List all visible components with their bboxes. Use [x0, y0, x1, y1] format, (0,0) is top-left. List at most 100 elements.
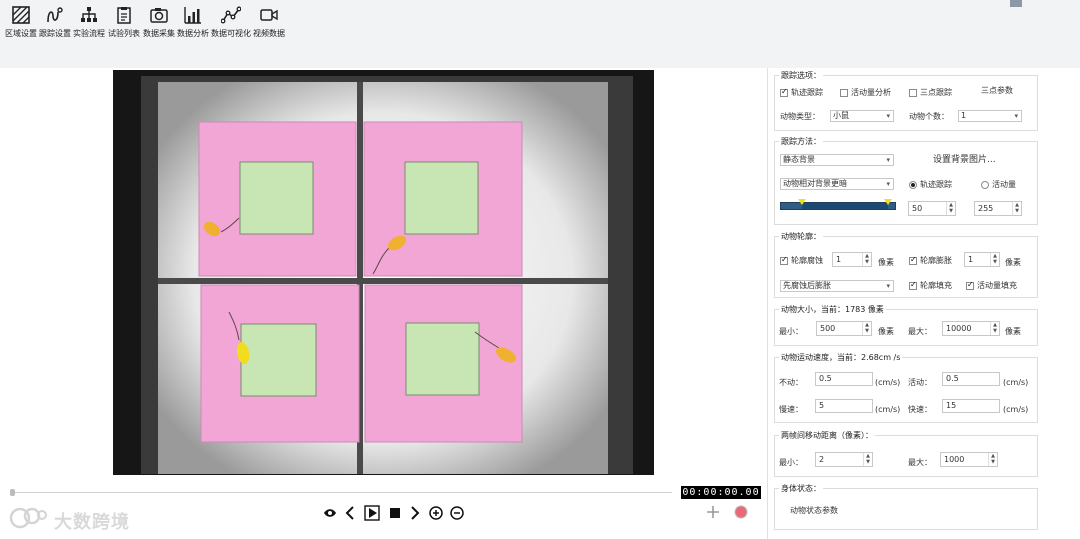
toolbar-area-settings[interactable]: 区域设置: [4, 6, 38, 39]
threshold-low-input[interactable]: 50 ▲ ▼: [908, 201, 956, 216]
animal-count-label: 动物个数：: [909, 112, 949, 121]
line-graph-icon: [221, 6, 241, 24]
erode-label: 轮廓腐蚀: [791, 256, 823, 265]
toolbar-trial-list[interactable]: 试验列表: [106, 6, 142, 39]
toolbar-data-analysis[interactable]: 数据分析: [176, 6, 210, 39]
radio-track[interactable]: [909, 181, 917, 189]
distance-max-input[interactable]: 1000 ▲ ▼: [940, 452, 998, 467]
radio-activity-label: 活动量: [992, 180, 1016, 189]
group-title: 动物轮廓：: [779, 231, 823, 242]
threshold-high-input[interactable]: 255 ▲ ▼: [974, 201, 1022, 216]
toolbar-data-visualization[interactable]: 数据可视化: [210, 6, 252, 39]
toolbar-data-capture[interactable]: 数据采集: [142, 6, 176, 39]
group-title: 动物大小，当前：1783 像素: [779, 304, 886, 315]
group-title: 跟踪方法：: [779, 136, 823, 147]
threshold-low-handle[interactable]: [798, 199, 806, 205]
dilate-checkbox[interactable]: [909, 255, 917, 265]
toolbar-label: 视频数据: [253, 29, 285, 38]
arena-video-frame: [113, 70, 654, 475]
edge-tracking-checkbox[interactable]: [780, 87, 788, 97]
threshold-slider[interactable]: [780, 199, 896, 210]
activity-fill-label: 活动量填充: [977, 281, 1017, 290]
spinner-arrows[interactable]: ▲ ▼: [946, 202, 955, 215]
zoom-out-icon[interactable]: [449, 504, 465, 522]
contour-fill-checkbox[interactable]: [909, 280, 917, 290]
toolbar-label: 跟踪设置: [39, 29, 71, 38]
erode-input[interactable]: 1 ▲ ▼: [832, 252, 872, 267]
toolbar-experiment-flow[interactable]: 实验流程: [72, 6, 106, 39]
distance-min-input[interactable]: 2 ▲ ▼: [815, 452, 873, 467]
previous-frame-icon[interactable]: [345, 504, 355, 522]
activity-analysis-checkbox[interactable]: [840, 89, 848, 97]
animal-state-params-button[interactable]: 动物状态参数: [790, 505, 838, 517]
size-max-label: 最大：: [908, 327, 932, 336]
radio-track-label: 轨迹跟踪: [920, 180, 952, 189]
speed-active-unit: (cm/s): [1003, 378, 1029, 387]
group-title: 身体状态：: [779, 483, 823, 494]
stop-icon[interactable]: [388, 504, 402, 522]
speed-active-input[interactable]: 0.5: [942, 372, 1000, 386]
speed-slow-unit: (cm/s): [875, 405, 901, 414]
eye-icon[interactable]: [323, 504, 337, 522]
size-min-unit: 像素: [878, 327, 894, 336]
activity-fill-checkbox[interactable]: [966, 280, 974, 290]
window-corner-button[interactable]: [1010, 0, 1022, 7]
size-max-value: 10000: [946, 324, 972, 333]
toolbar: 区域设置 跟踪设置 实验流程 试验列表 数据采集 数据分析 数据可视化 视频数据: [0, 0, 1080, 68]
brand-logo: [9, 507, 47, 529]
animal-count-select[interactable]: 1: [958, 110, 1022, 122]
contour-order-select[interactable]: 先腐蚀后膨胀: [780, 280, 894, 292]
seek-thumb[interactable]: [10, 489, 15, 496]
size-min-label: 最小：: [779, 327, 803, 336]
spinner-arrows[interactable]: ▲ ▼: [862, 322, 871, 335]
distance-max-value: 1000: [944, 455, 965, 464]
speed-still-input[interactable]: 0.5: [815, 372, 873, 386]
video-viewport[interactable]: [113, 70, 654, 475]
spinner-arrows[interactable]: ▲ ▼: [862, 253, 871, 266]
spinner-arrows[interactable]: ▲ ▼: [863, 453, 872, 466]
distance-min-label: 最小：: [779, 458, 803, 467]
speed-fast-unit: (cm/s): [1003, 405, 1029, 414]
toolbar-video-data[interactable]: 视频数据: [252, 6, 286, 39]
add-icon[interactable]: [706, 505, 720, 519]
spinner-arrows[interactable]: ▲ ▼: [990, 253, 999, 266]
spinner-arrows[interactable]: ▲ ▼: [988, 453, 997, 466]
speed-active-label: 活动：: [908, 378, 932, 387]
spinner-arrows[interactable]: ▲ ▼: [990, 322, 999, 335]
contrast-select[interactable]: 动物相对背景更暗: [780, 178, 894, 190]
area-hatch-icon: [12, 6, 30, 24]
toolbar-label: 数据采集: [143, 29, 175, 38]
flowchart-icon: [81, 7, 97, 22]
tracking-path-icon: [47, 7, 63, 23]
dilate-input[interactable]: 1 ▲ ▼: [964, 252, 1000, 267]
record-icon[interactable]: [734, 505, 748, 519]
threshold-range: [802, 203, 888, 209]
threshold-high-handle[interactable]: [884, 199, 892, 205]
tracking-method-select[interactable]: 静态背景: [780, 154, 894, 166]
animal-type-select[interactable]: 小鼠: [830, 110, 894, 122]
set-background-button[interactable]: 设置背景图片...: [933, 154, 996, 166]
center-zone-bottom-right: [405, 322, 480, 396]
next-frame-icon[interactable]: [410, 504, 420, 522]
group-tracking-method: 跟踪方法： 静态背景 设置背景图片... 动物相对背景更暗 轨迹跟踪 活动量 5…: [774, 136, 1038, 225]
speed-slow-input[interactable]: 5: [815, 399, 873, 413]
erode-unit: 像素: [878, 258, 894, 267]
seek-bar[interactable]: [12, 492, 672, 493]
radio-activity[interactable]: [981, 181, 989, 189]
three-point-checkbox[interactable]: [909, 89, 917, 97]
erode-checkbox[interactable]: [780, 255, 788, 265]
spinner-arrows[interactable]: ▲ ▼: [1012, 202, 1021, 215]
bar-chart-icon: [184, 7, 201, 24]
toolbar-tracking-settings[interactable]: 跟踪设置: [38, 6, 72, 39]
play-icon[interactable]: [364, 504, 380, 522]
dilate-value: 1: [968, 255, 974, 264]
toolbar-label: 数据分析: [177, 29, 209, 38]
size-min-input[interactable]: 500 ▲ ▼: [816, 321, 872, 336]
group-animal-speed: 动物运动速度，当前：2.68cm /s 不动： 0.5 (cm/s) 活动： 0…: [774, 352, 1038, 423]
size-max-input[interactable]: 10000 ▲ ▼: [942, 321, 1000, 336]
animal-type-label: 动物类型：: [780, 112, 820, 121]
three-point-params-button[interactable]: 三点参数: [981, 85, 1013, 97]
zoom-in-icon[interactable]: [428, 504, 444, 522]
speed-fast-input[interactable]: 15: [942, 399, 1000, 413]
erode-value: 1: [836, 255, 842, 264]
